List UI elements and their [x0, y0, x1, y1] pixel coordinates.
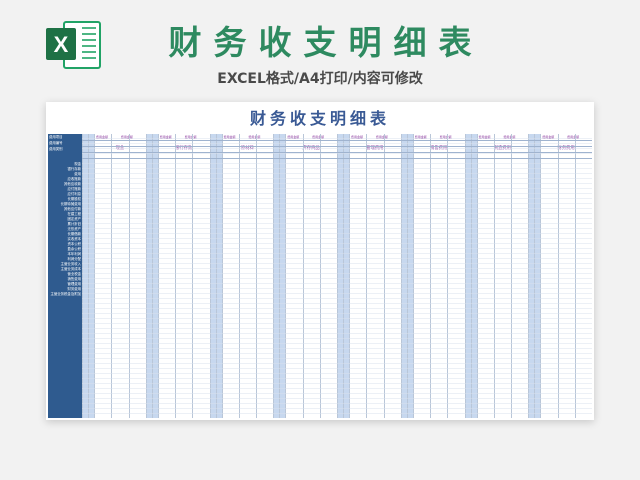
column-group: 费用金额 费用金额 制造费用: [464, 134, 529, 418]
grid-line: [128, 134, 130, 418]
column-subheader: 费用金额: [223, 135, 236, 139]
grid-line: [215, 134, 217, 418]
header-divider: [82, 152, 592, 153]
grid-line: [400, 134, 402, 418]
grid-line: [447, 134, 449, 418]
header-divider: [82, 146, 592, 147]
page-title: 财务收支明细表: [168, 23, 484, 62]
grid-line: [511, 134, 512, 418]
column-subheader: 费用金额: [312, 135, 325, 139]
grid-line: [94, 134, 95, 418]
column-subheader: 费用金额: [159, 135, 172, 139]
column-subheader: 费用金额: [287, 135, 300, 139]
column-subheader: 费用金额: [120, 135, 133, 139]
grid-line: [175, 134, 176, 418]
grid-line: [273, 134, 275, 418]
grid-line: [470, 134, 472, 418]
column-group: 费用金额 费用金额 库存商品: [273, 134, 337, 418]
grid-line: [366, 134, 368, 418]
header-label: 费用编号: [49, 141, 63, 145]
column-subheader: 费用金额: [414, 135, 427, 139]
column-subheader: 费用金额: [478, 135, 491, 139]
column-group: 费用金额 费用金额 财务费用: [528, 134, 592, 418]
header-label: 费用项目: [49, 135, 63, 139]
column-subheader: 费用金额: [567, 135, 580, 139]
column-subheader: 费用金额: [503, 135, 516, 139]
column-subheader: 费用金额: [351, 135, 364, 139]
grid-line: [279, 134, 281, 418]
column-subheader: 费用金额: [439, 135, 452, 139]
grid-line: [319, 134, 321, 418]
grid-line: [464, 134, 466, 418]
spreadsheet-preview: 财务收支明细表 费用项目 费用编号 费用类别 现金 银行存款 费用 应收账款 其他应收款 应付账…: [46, 102, 594, 420]
grid-line: [349, 134, 350, 418]
grid-line: [528, 134, 530, 418]
grid-line: [343, 134, 344, 418]
column-subheader: 费用金额: [184, 135, 197, 139]
grid-line: [256, 134, 257, 418]
grid-line: [209, 134, 211, 418]
column-subheader: 费用金额: [542, 135, 555, 139]
grid-line: [302, 134, 304, 418]
column-subheader: 费用金额: [248, 135, 261, 139]
grid-line: [111, 134, 113, 418]
grid-line: [430, 134, 431, 418]
grid-line: [82, 134, 83, 418]
header-divider: [82, 158, 592, 159]
grid-line: [145, 134, 147, 418]
grid-line: [557, 134, 559, 418]
column-group: 费用金额 费用金额 现金: [82, 134, 146, 418]
column-subheader: 费用金额: [375, 135, 388, 139]
grid-line: [540, 134, 542, 418]
column-group: 费用金额 费用金额 原材料: [209, 134, 274, 418]
grid-line: [406, 134, 408, 418]
column-subheader: 费用金额: [96, 135, 109, 139]
row-label-column: 费用项目 费用编号 费用类别 现金 银行存款 费用 应收账款 其他应收款 应付账款 应付利息 长期股…: [48, 134, 82, 418]
grid-line: [383, 134, 385, 418]
header-divider: [82, 140, 592, 141]
grid-line: [221, 134, 223, 418]
grid-line: [574, 134, 576, 418]
grid-line: [238, 134, 240, 418]
grid-line: [157, 134, 159, 418]
grid-line: [412, 134, 414, 418]
grid-line: [151, 134, 153, 418]
grid-line: [192, 134, 194, 418]
grid-line: [285, 134, 287, 418]
grid-line: [88, 134, 89, 418]
column-group: 费用金额 费用金额 银行存款: [145, 134, 210, 418]
grid-line: [534, 134, 536, 418]
grid-line: [493, 134, 495, 418]
grid-line: [337, 134, 338, 418]
sheet-title: 财务收支明细表: [249, 109, 390, 128]
column-group: 费用金额 费用金额 销售费用: [400, 134, 465, 418]
column-group: 费用金额 费用金额 管理费用: [337, 134, 401, 418]
grid-line: [476, 134, 478, 418]
sheet-grid: 费用项目 费用编号 费用类别 现金 银行存款 费用 应收账款 其他应收款 应付账款 应付利息 长期股…: [48, 134, 592, 418]
row-label: 主营业务税金及附加: [50, 292, 81, 296]
page-subtitle: EXCEL格式/A4打印/内容可修改: [217, 71, 423, 87]
header-label: 费用类别: [49, 147, 63, 151]
